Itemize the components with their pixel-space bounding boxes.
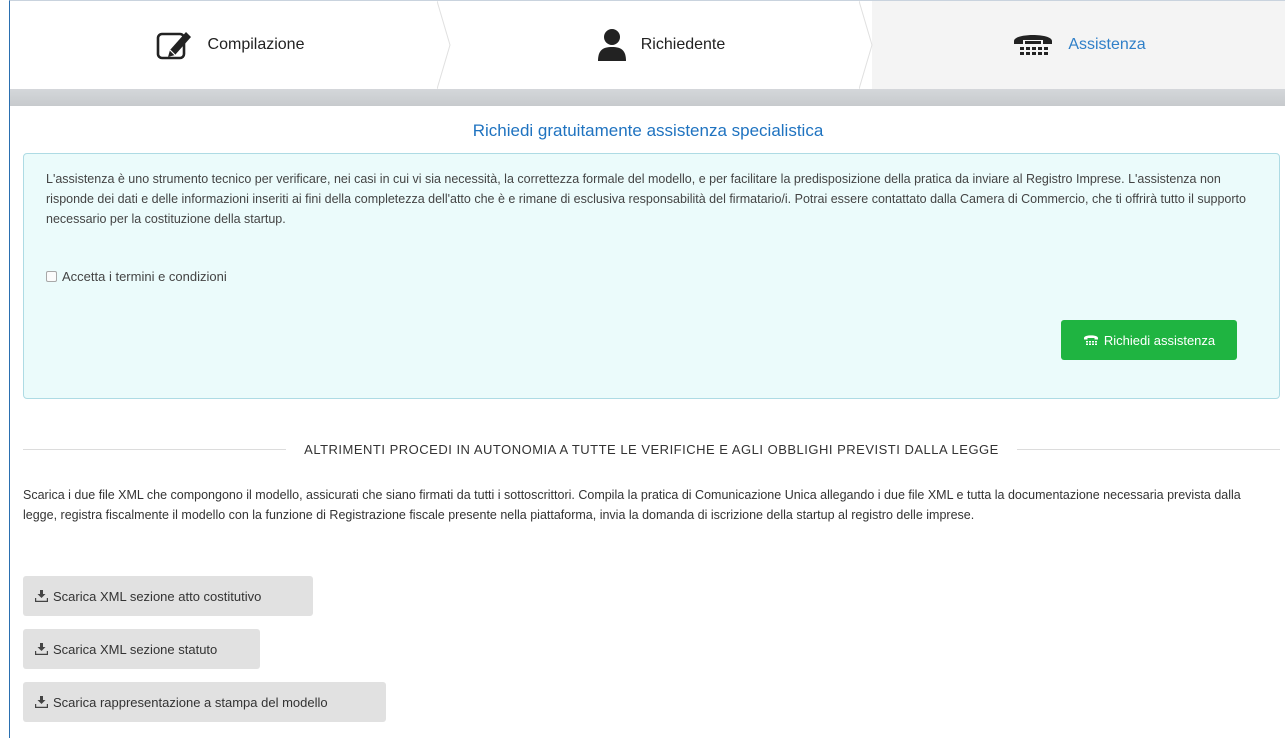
phone-icon xyxy=(1012,30,1054,60)
request-assistance-label: Richiedi assistenza xyxy=(1103,332,1216,348)
request-assistance-button[interactable]: Richiedi assistenza xyxy=(1061,320,1237,360)
accept-terms-label: Accetta i termini e condizioni xyxy=(62,269,227,284)
download-atto-costitutivo-button[interactable]: Scarica XML sezione atto costitutivo xyxy=(23,576,313,616)
wizard-steps: Compilazione Richiedente Assistenza xyxy=(10,1,1285,90)
download-label: Scarica rappresentazione a stampa del mo… xyxy=(53,694,328,710)
autonomy-description: Scarica i due file XML che compongono il… xyxy=(23,488,1241,522)
section-divider: ALTRIMENTI PROCEDI IN AUTONOMIA A TUTTE … xyxy=(23,438,1281,460)
accept-terms-checkbox[interactable] xyxy=(46,271,57,282)
progress-bar xyxy=(10,89,1285,106)
user-icon xyxy=(597,28,627,62)
download-print-model-button[interactable]: Scarica rappresentazione a stampa del mo… xyxy=(23,682,386,722)
page-frame: Compilazione Richiedente Assistenza Rich… xyxy=(9,0,1285,738)
step-richiedente[interactable]: Richiedente xyxy=(450,1,873,89)
download-label: Scarica XML sezione atto costitutivo xyxy=(53,588,262,604)
step-separator xyxy=(859,1,873,89)
download-icon xyxy=(35,643,48,655)
assistance-info-box: L'assistenza è uno strumento tecnico per… xyxy=(23,153,1280,399)
assistance-description: L'assistenza è uno strumento tecnico per… xyxy=(46,172,1246,226)
step-label: Compilazione xyxy=(207,36,305,53)
download-icon xyxy=(35,590,48,602)
download-label: Scarica XML sezione statuto xyxy=(53,641,218,657)
divider-line xyxy=(1016,448,1281,450)
edit-icon xyxy=(156,28,194,62)
download-statuto-button[interactable]: Scarica XML sezione statuto xyxy=(23,629,260,669)
step-compilazione[interactable]: Compilazione xyxy=(10,1,451,89)
step-assistenza[interactable]: Assistenza xyxy=(872,1,1285,89)
section-title: Richiedi gratuitamente assistenza specia… xyxy=(472,121,824,140)
accept-terms[interactable]: Accetta i termini e condizioni xyxy=(46,269,227,284)
step-separator xyxy=(437,1,451,89)
divider-text: ALTRIMENTI PROCEDI IN AUTONOMIA A TUTTE … xyxy=(304,441,999,457)
download-icon xyxy=(35,696,48,708)
divider-line xyxy=(23,448,287,450)
step-label: Richiedente xyxy=(640,36,726,53)
phone-icon xyxy=(1083,334,1099,346)
step-label: Assistenza xyxy=(1068,36,1146,53)
